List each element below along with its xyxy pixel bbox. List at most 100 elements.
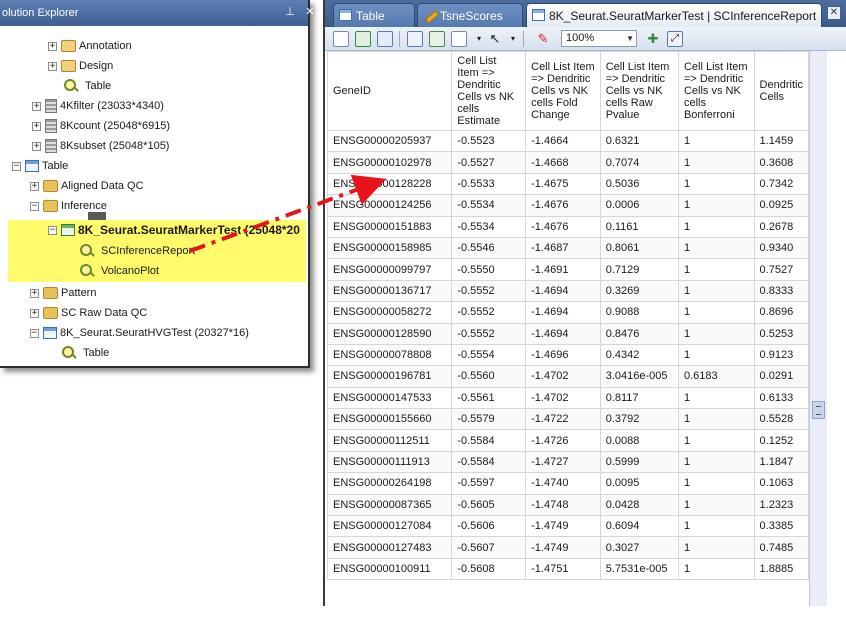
expand-icon[interactable]: + xyxy=(30,308,39,318)
table-cell[interactable]: 0.0088 xyxy=(599,429,679,452)
table-row[interactable]: ENSG00000128228 -0.5533 -1.4675 0.5036 1 0.73… xyxy=(327,172,809,196)
table-cell[interactable]: ENSG00000112511 xyxy=(327,429,453,452)
table-cell[interactable]: 0.7129 xyxy=(599,258,679,281)
table-cell[interactable]: 1 xyxy=(677,343,755,367)
table-cell[interactable]: 0.7074 xyxy=(599,151,679,174)
table-cell[interactable]: ENSG00000124256 xyxy=(327,194,453,217)
table-cell[interactable]: -0.5584 xyxy=(451,450,527,474)
tree-item-8kcount[interactable]: + 8Kcount (25048*6915) xyxy=(32,116,170,136)
table-cell[interactable]: 1 xyxy=(677,450,755,474)
table-cell[interactable]: ENSG00000100911 xyxy=(327,557,453,581)
table-cell[interactable]: -0.5579 xyxy=(451,408,527,431)
table-cell[interactable]: 1 xyxy=(677,472,755,495)
expand-icon[interactable]: + xyxy=(32,121,41,131)
table-cell[interactable]: 0.2678 xyxy=(753,215,809,238)
table-cell[interactable]: 1 xyxy=(677,236,755,260)
chevron-down-icon[interactable]: ▾ xyxy=(471,31,487,47)
table-cell[interactable]: 0.8333 xyxy=(753,279,809,303)
table-cell[interactable]: 0.9088 xyxy=(599,301,679,324)
zoom-in-icon[interactable]: ✚ xyxy=(645,31,661,47)
table-cell[interactable]: -1.4694 xyxy=(525,301,601,324)
table-row[interactable]: ENSG00000124256 -0.5534 -1.4676 0.0006 1 0.09… xyxy=(327,194,809,217)
table-cell[interactable]: 0.5036 xyxy=(599,172,679,196)
table-cell[interactable]: 1 xyxy=(677,557,755,581)
table-cell[interactable]: -0.5584 xyxy=(451,429,527,452)
table-cell[interactable]: ENSG00000196781 xyxy=(327,365,453,388)
tree-item-table-hvg[interactable]: Table xyxy=(62,343,109,363)
table-cell[interactable]: -0.5552 xyxy=(451,301,527,324)
table-cell[interactable]: 0.6183 xyxy=(677,365,755,388)
table-cell[interactable]: 1.2323 xyxy=(753,493,809,517)
table-cell[interactable]: 1.8885 xyxy=(753,557,809,581)
table-cell[interactable]: ENSG00000155660 xyxy=(327,408,453,431)
table-cell[interactable]: -1.4696 xyxy=(525,343,601,367)
expand-icon[interactable]: + xyxy=(32,141,41,151)
tree-item-aligned-data-qc[interactable]: + Aligned Data QC xyxy=(30,176,144,196)
close-icon[interactable]: ✕ xyxy=(302,4,318,20)
table-cell[interactable]: 1 xyxy=(677,386,755,410)
table-cell[interactable]: ENSG00000147533 xyxy=(327,386,453,410)
column-header-estimate[interactable]: Cell List Item => Dendritic Cells vs NK … xyxy=(451,51,527,131)
table-cell[interactable]: -1.4675 xyxy=(525,172,601,196)
table-cell[interactable]: -0.5552 xyxy=(451,322,527,345)
table-row[interactable]: ENSG00000102978 -0.5527 -1.4668 0.7074 1 0.36… xyxy=(327,151,809,174)
table-cell[interactable]: 0.1161 xyxy=(599,215,679,238)
zoom-select[interactable]: 100% ▼ xyxy=(561,30,637,47)
table-cell[interactable]: 0.9123 xyxy=(753,343,809,367)
table-cell[interactable]: 1.1459 xyxy=(753,129,809,153)
table-row[interactable]: ENSG00000151883 -0.5534 -1.4676 0.1161 1 0.26… xyxy=(327,215,809,238)
table-row[interactable]: ENSG00000264198 -0.5597 -1.4740 0.0095 1 0.10… xyxy=(327,472,809,495)
table-cell[interactable]: ENSG00000205937 xyxy=(327,129,453,153)
table-cell[interactable]: 0.7485 xyxy=(753,536,809,559)
tree-item-pattern[interactable]: + Pattern xyxy=(30,283,96,303)
expand-icon[interactable]: + xyxy=(30,288,39,298)
table-cell[interactable]: -0.5607 xyxy=(451,536,527,559)
table-cell[interactable]: -0.5606 xyxy=(451,515,527,538)
table-cell[interactable]: 0.6094 xyxy=(599,515,679,538)
table-cell[interactable]: ENSG00000128228 xyxy=(327,172,453,196)
grid-icon[interactable] xyxy=(429,31,445,47)
tree-item-design[interactable]: + Design xyxy=(48,56,113,76)
table-cell[interactable]: 1 xyxy=(677,515,755,538)
table-row[interactable]: ENSG00000196781 -0.5560 -1.4702 3.0416e-005… xyxy=(327,365,809,388)
table-cell[interactable]: 0.3269 xyxy=(599,279,679,303)
pin-icon[interactable]: ⊥ xyxy=(282,4,298,20)
table-cell[interactable]: -1.4694 xyxy=(525,322,601,345)
table-cell[interactable]: 1 xyxy=(677,172,755,196)
table-cell[interactable]: 0.0428 xyxy=(599,493,679,517)
vertical-scrollbar[interactable] xyxy=(809,51,827,606)
table-cell[interactable]: ENSG00000058272 xyxy=(327,301,453,324)
table-row[interactable]: ENSG00000136717 -0.5552 -1.4694 0.3269 1 0.83… xyxy=(327,279,809,303)
chevron-down-icon[interactable]: ▾ xyxy=(505,31,521,47)
table-cell[interactable]: 0.8117 xyxy=(599,386,679,410)
expand-icon[interactable]: + xyxy=(30,181,39,191)
table-cell[interactable]: -1.4748 xyxy=(525,493,601,517)
tree-item-inference[interactable]: − Inference xyxy=(30,196,107,216)
table-cell[interactable]: 1 xyxy=(677,258,755,281)
table-cell[interactable]: ENSG00000264198 xyxy=(327,472,453,495)
table-cell[interactable]: 1.1847 xyxy=(753,450,809,474)
table-row[interactable]: ENSG00000112511 -0.5584 -1.4726 0.0088 1 0.12… xyxy=(327,429,809,452)
table-cell[interactable]: 0.1252 xyxy=(753,429,809,452)
table-cell[interactable]: 1 xyxy=(677,151,755,174)
table-cell[interactable]: 1 xyxy=(677,536,755,559)
pointer-icon[interactable]: ↖ xyxy=(487,31,503,47)
table-cell[interactable]: -0.5561 xyxy=(451,386,527,410)
copy-icon[interactable] xyxy=(451,31,467,47)
expand-icon[interactable]: + xyxy=(32,101,41,111)
table-cell[interactable]: -1.4722 xyxy=(525,408,601,431)
table-cell[interactable]: 0.3027 xyxy=(599,536,679,559)
table-row[interactable]: ENSG00000111913 -0.5584 -1.4727 0.5999 1 1.18… xyxy=(327,450,809,474)
table-cell[interactable]: 0.3385 xyxy=(753,515,809,538)
table-cell[interactable]: ENSG00000111913 xyxy=(327,450,453,474)
table-cell[interactable]: 0.8061 xyxy=(599,236,679,260)
tab-tsnescores[interactable]: TsneScores xyxy=(417,3,523,27)
table-cell[interactable]: -0.5527 xyxy=(451,151,527,174)
table-cell[interactable]: ENSG00000078808 xyxy=(327,343,453,367)
table-row[interactable]: ENSG00000158985 -0.5546 -1.4687 0.8061 1 0.93… xyxy=(327,236,809,260)
table-cell[interactable]: -1.4749 xyxy=(525,515,601,538)
table-cell[interactable]: 1 xyxy=(677,301,755,324)
table-cell[interactable]: 0.5528 xyxy=(753,408,809,431)
table-cell[interactable]: ENSG00000087365 xyxy=(327,493,453,517)
table-cell[interactable]: 0.3792 xyxy=(599,408,679,431)
